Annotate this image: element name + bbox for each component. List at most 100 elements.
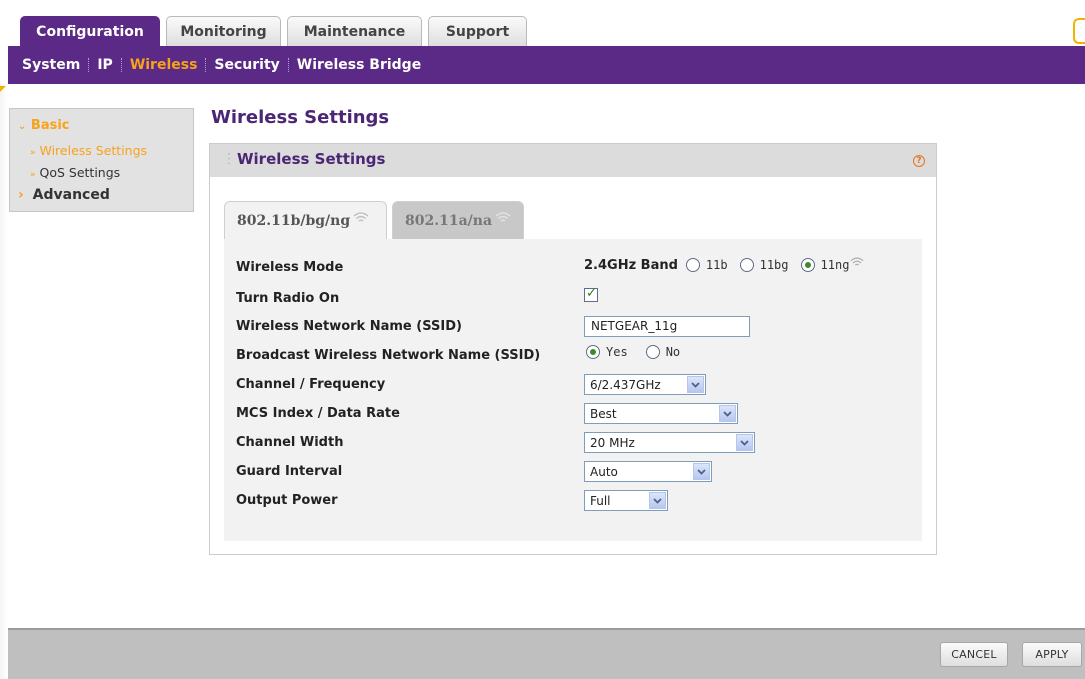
panel-title: Wireless Settings bbox=[237, 150, 386, 168]
subnav-item-system[interactable]: System bbox=[22, 57, 80, 73]
wifi-icon bbox=[850, 257, 864, 266]
subnav-separator bbox=[287, 58, 289, 72]
tab-802-11b-bg-ng[interactable]: 802.11b/bg/ng bbox=[224, 201, 387, 240]
action-bar: CANCEL APPLY bbox=[8, 628, 1085, 679]
channel-width-label: Channel Width bbox=[236, 435, 344, 450]
page-title: Wireless Settings bbox=[211, 107, 390, 128]
select-value: 6/2.437GHz bbox=[590, 377, 661, 392]
sidemenu-advanced-label: Advanced bbox=[32, 187, 110, 203]
option-yes[interactable]: Yes bbox=[586, 345, 628, 359]
radio-no[interactable] bbox=[645, 345, 660, 359]
option-11bg[interactable]: 11bg bbox=[739, 258, 789, 272]
chevron-right-icon: › bbox=[18, 187, 24, 203]
select-value: Full bbox=[590, 493, 611, 508]
wireless-settings-panel: ⋮ Wireless Settings ? 802.11b/bg/ng 802.… bbox=[209, 143, 937, 555]
mcs-select[interactable]: Best bbox=[584, 403, 738, 424]
broadcast-ssid-label: Broadcast Wireless Network Name (SSID) bbox=[236, 348, 541, 363]
side-menu: ⌄ Basic » Wireless Settings » QoS Settin… bbox=[9, 108, 194, 212]
channel-label: Channel / Frequency bbox=[236, 377, 386, 392]
chevron-down-icon: ⌄ bbox=[18, 121, 27, 132]
radio-11ng[interactable] bbox=[800, 258, 815, 272]
help-icon[interactable]: ? bbox=[913, 155, 925, 167]
wifi-icon bbox=[353, 212, 369, 222]
wireless-mode-label: Wireless Mode bbox=[236, 260, 344, 275]
apply-button[interactable]: APPLY bbox=[1022, 642, 1082, 667]
wifi-icon bbox=[495, 211, 511, 222]
chevron-down-icon[interactable] bbox=[687, 376, 704, 393]
top-tab-strip: Configuration Monitoring Maintenance Sup… bbox=[0, 0, 1085, 47]
chevron-down-icon[interactable] bbox=[649, 492, 666, 509]
tab-configuration[interactable]: Configuration bbox=[20, 16, 160, 47]
option-label: No bbox=[665, 345, 681, 359]
sidemenu-item-label: QoS Settings bbox=[39, 165, 121, 180]
tab-maintenance[interactable]: Maintenance bbox=[287, 16, 422, 46]
tab-label: 802.11b/bg/ng bbox=[237, 213, 351, 229]
sub-navigation: System IP Wireless Security Wireless Bri… bbox=[8, 46, 1085, 84]
subnav-item-wireless-bridge[interactable]: Wireless Bridge bbox=[297, 57, 421, 73]
drag-dots-icon: ⋮ bbox=[222, 151, 236, 167]
channel-select[interactable]: 6/2.437GHz bbox=[584, 374, 706, 395]
subnav-item-wireless[interactable]: Wireless bbox=[130, 57, 198, 73]
sidemenu-basic[interactable]: ⌄ Basic bbox=[18, 118, 70, 133]
sidemenu-item-label: Wireless Settings bbox=[39, 143, 148, 158]
option-no[interactable]: No bbox=[645, 345, 681, 359]
output-power-select[interactable]: Full bbox=[584, 490, 668, 511]
option-label: 11bg bbox=[759, 258, 789, 272]
ssid-input[interactable]: NETGEAR_11g bbox=[584, 316, 750, 337]
chevron-down-icon[interactable] bbox=[693, 463, 710, 480]
row-mcs: MCS Index / Data Rate Best bbox=[224, 401, 922, 428]
corner-accent bbox=[0, 86, 6, 92]
channel-width-select[interactable]: 20 MHz bbox=[584, 432, 755, 453]
option-label: 11ng bbox=[820, 258, 850, 272]
panel-header: ⋮ Wireless Settings ? bbox=[210, 144, 936, 177]
mcs-label: MCS Index / Data Rate bbox=[236, 406, 400, 421]
subnav-item-security[interactable]: Security bbox=[214, 57, 279, 73]
subnav-separator bbox=[88, 58, 90, 72]
chevron-down-icon[interactable] bbox=[736, 434, 753, 451]
row-guard-interval: Guard Interval Auto bbox=[224, 459, 922, 486]
option-11ng[interactable]: 11ng bbox=[800, 257, 865, 273]
subnav-item-ip[interactable]: IP bbox=[97, 57, 112, 73]
tab-label: 802.11a/na bbox=[405, 212, 493, 229]
subnav-separator bbox=[120, 58, 122, 72]
select-value: Auto bbox=[590, 464, 618, 479]
option-label: Yes bbox=[606, 345, 628, 359]
radio-11b[interactable] bbox=[685, 258, 700, 272]
checkmark-icon: ✓ bbox=[586, 286, 597, 301]
subnav-separator bbox=[205, 58, 207, 72]
logout-handle[interactable] bbox=[1073, 18, 1085, 44]
row-broadcast-ssid: Broadcast Wireless Network Name (SSID) Y… bbox=[224, 343, 922, 370]
tab-802-11a-na[interactable]: 802.11a/na bbox=[392, 201, 524, 239]
row-output-power: Output Power Full bbox=[224, 488, 922, 515]
row-channel-width: Channel Width 20 MHz bbox=[224, 430, 922, 457]
tab-monitoring[interactable]: Monitoring bbox=[166, 16, 281, 46]
guard-interval-select[interactable]: Auto bbox=[584, 461, 712, 482]
cancel-button[interactable]: CANCEL bbox=[940, 642, 1008, 667]
sidemenu-advanced[interactable]: › Advanced bbox=[18, 187, 110, 203]
turn-radio-on-label: Turn Radio On bbox=[236, 291, 340, 306]
sidemenu-item-wireless-settings[interactable]: » Wireless Settings bbox=[30, 143, 147, 158]
sidemenu-item-qos-settings[interactable]: » QoS Settings bbox=[30, 165, 120, 180]
settings-form: Wireless Mode 2.4GHz Band 11b 11bg 11ng bbox=[224, 239, 922, 541]
band-label: 2.4GHz Band bbox=[584, 257, 678, 273]
select-value: 20 MHz bbox=[590, 435, 635, 450]
option-label: 11b bbox=[705, 258, 728, 272]
turn-radio-on-checkbox[interactable]: ✓ bbox=[584, 286, 598, 302]
row-channel: Channel / Frequency 6/2.437GHz bbox=[224, 372, 922, 399]
double-chevron-right-icon: » bbox=[30, 170, 36, 180]
ssid-label: Wireless Network Name (SSID) bbox=[236, 319, 462, 334]
sidemenu-basic-label: Basic bbox=[30, 118, 70, 133]
option-11b[interactable]: 11b bbox=[685, 258, 728, 272]
radio-11bg[interactable] bbox=[739, 258, 754, 272]
select-value: Best bbox=[590, 406, 617, 421]
row-turn-radio-on: Turn Radio On ✓ bbox=[224, 286, 922, 313]
row-wireless-mode: Wireless Mode 2.4GHz Band 11b 11bg 11ng bbox=[224, 255, 922, 282]
output-power-label: Output Power bbox=[236, 493, 338, 508]
guard-interval-label: Guard Interval bbox=[236, 464, 343, 479]
chevron-down-icon[interactable] bbox=[719, 405, 736, 422]
tab-support[interactable]: Support bbox=[428, 16, 527, 46]
radio-yes[interactable] bbox=[586, 345, 600, 359]
left-gradient-strip bbox=[0, 84, 8, 679]
row-ssid: Wireless Network Name (SSID) NETGEAR_11g bbox=[224, 314, 922, 341]
double-chevron-right-icon: » bbox=[30, 148, 36, 158]
